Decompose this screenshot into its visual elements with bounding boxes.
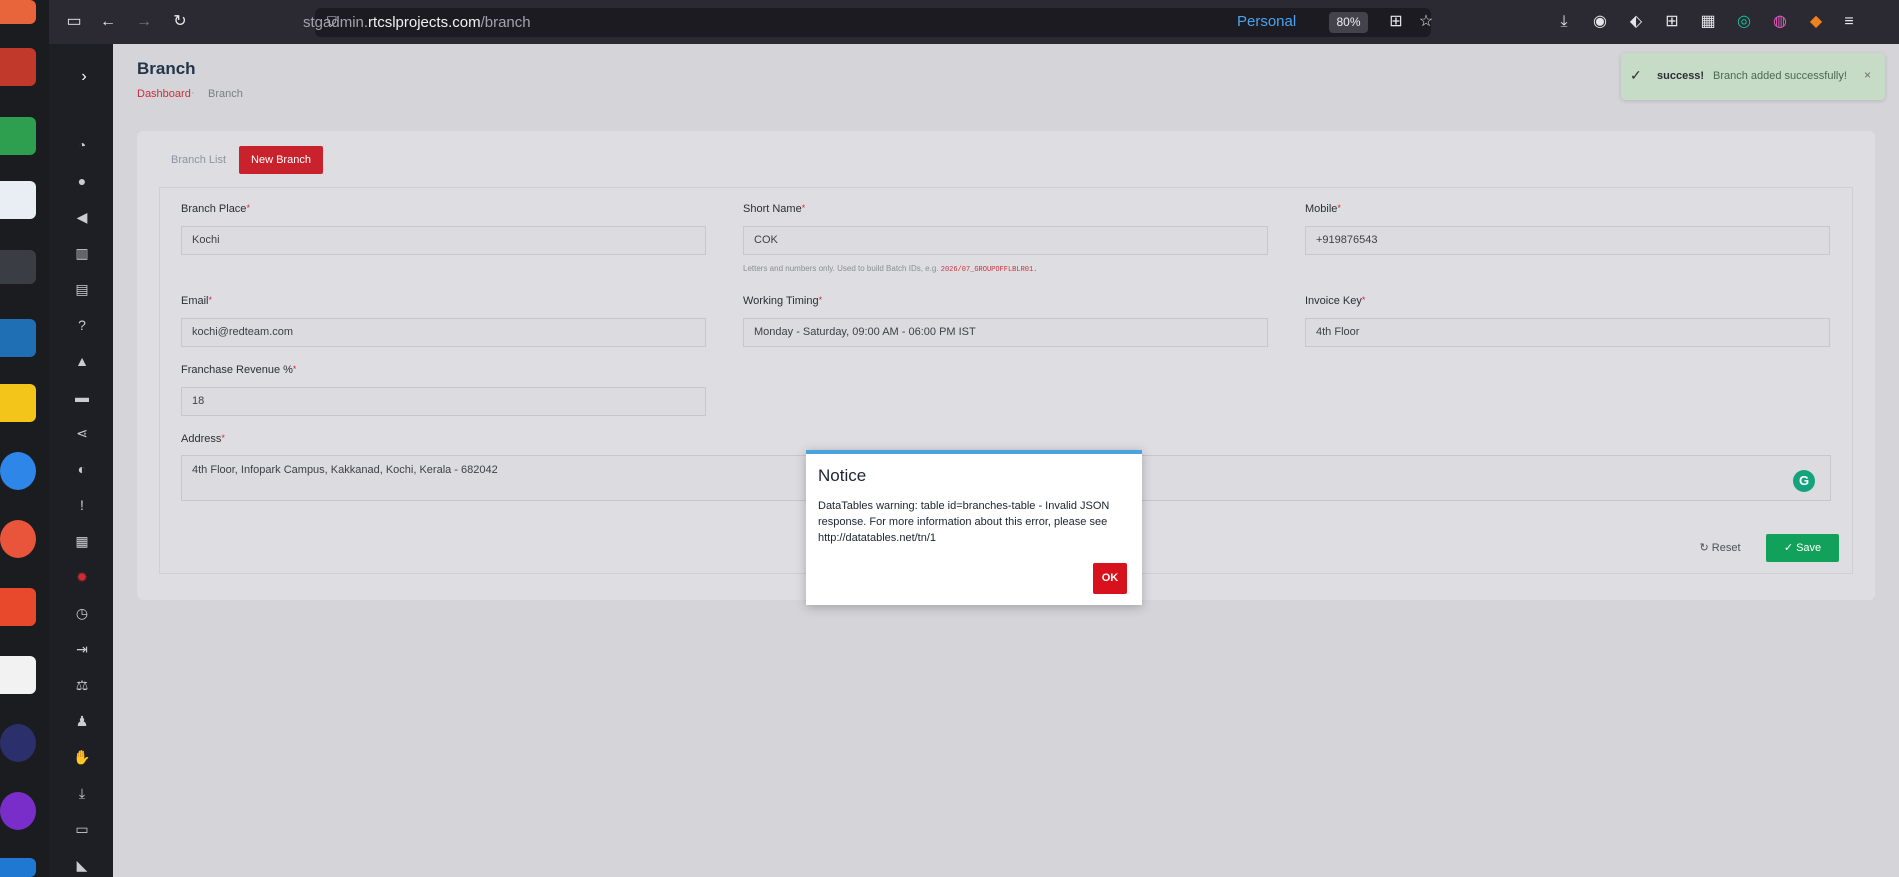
grammarly-icon[interactable]: G xyxy=(1793,470,1815,492)
modal-title: Notice xyxy=(818,466,867,485)
terminal-app-icon[interactable] xyxy=(0,250,36,284)
reset-icon: ↻ xyxy=(1699,542,1712,554)
notes-app-icon[interactable] xyxy=(0,384,36,422)
breadcrumb-separator: · xyxy=(191,87,195,99)
mobile-label: Mobile* xyxy=(1305,203,1341,215)
vscode-app-icon[interactable] xyxy=(0,858,36,877)
short-name-help-text: Letters and numbers only. Used to build … xyxy=(743,264,1038,274)
email-input[interactable]: kochi@redteam.com xyxy=(181,318,706,347)
brave-app-icon[interactable] xyxy=(0,588,36,626)
megaphone-icon[interactable]: ◀ xyxy=(73,208,91,226)
extension-j-icon[interactable]: ◉ xyxy=(1590,12,1610,32)
expand-chevron-icon[interactable]: › xyxy=(75,68,93,86)
extension-apps-icon[interactable]: ⊞ xyxy=(1662,12,1682,32)
invoice-key-input[interactable]: 4th Floor xyxy=(1305,318,1830,347)
branch-place-label: Branch Place* xyxy=(181,203,250,215)
container-label[interactable]: Personal xyxy=(1237,13,1296,30)
handshake-icon[interactable]: ✋ xyxy=(73,748,91,766)
page-title: Branch xyxy=(137,59,196,78)
server-icon[interactable]: ▭ xyxy=(73,820,91,838)
mobile-input[interactable]: +919876543 xyxy=(1305,226,1830,255)
reload-icon[interactable]: ↻ xyxy=(170,12,190,32)
downloads-icon[interactable]: ⤓ xyxy=(1554,12,1574,32)
color-picker-extension-icon[interactable]: ◍ xyxy=(1770,12,1790,32)
tag-icon[interactable]: ◣ xyxy=(73,856,91,874)
address-label: Address* xyxy=(181,433,225,445)
extension-puzzle-icon[interactable]: ⬖ xyxy=(1626,12,1646,32)
grammarly-extension-icon[interactable]: ◎ xyxy=(1734,12,1754,32)
tab-branch-list[interactable]: Branch List xyxy=(165,146,232,174)
toast-close-icon[interactable]: × xyxy=(1864,68,1871,82)
toast-check-icon: ✓ xyxy=(1630,67,1642,83)
extension-qr-icon[interactable]: ▦ xyxy=(1698,12,1718,32)
branch-place-input[interactable]: Kochi xyxy=(181,226,706,255)
question-icon[interactable]: ? xyxy=(73,316,91,334)
file-export-icon[interactable]: ⇥ xyxy=(73,640,91,658)
share-icon[interactable]: ⋖ xyxy=(73,424,91,442)
short-name-help-example: 2026/07_GROUPOFFLBLR01. xyxy=(940,266,1038,274)
tab-new-branch[interactable]: New Branch xyxy=(239,146,323,174)
files-app-icon[interactable] xyxy=(0,48,36,86)
working-timing-input[interactable]: Monday - Saturday, 09:00 AM - 06:00 PM I… xyxy=(743,318,1268,347)
email-label: Email* xyxy=(181,295,213,307)
firefox-app-icon[interactable] xyxy=(0,0,36,24)
settings-gear-icon[interactable]: ✹ xyxy=(73,568,91,586)
breadcrumb-current: Branch xyxy=(208,88,243,100)
impress-app-icon[interactable] xyxy=(0,319,36,357)
franchise-revenue-input[interactable]: 18 xyxy=(181,387,706,416)
book-icon[interactable]: ▥ xyxy=(73,244,91,262)
breadcrumb-dashboard-link[interactable]: Dashboard xyxy=(137,88,191,100)
extensions-grid-icon[interactable]: ⊞ xyxy=(1386,12,1406,32)
toast-message: Branch added successfully! xyxy=(1713,70,1847,82)
app-sidebar: › ◔ ● ◀ ▥ ▤ ? ▲ ▬ ⋖ ◐ ! ▦ ✹ ◷ ⇥ ⚖ ♟ ✋ ⤓ … xyxy=(49,44,113,877)
file-icon[interactable]: ▤ xyxy=(73,280,91,298)
download-icon[interactable]: ⤓ xyxy=(73,784,91,802)
modal-ok-button[interactable]: OK xyxy=(1093,563,1127,594)
reader-app-icon[interactable] xyxy=(0,656,36,694)
url-text[interactable]: stgadmin.rtcslprojects.com/branch xyxy=(303,14,531,31)
url-domain: rtcslprojects.com xyxy=(368,14,481,31)
credit-card-icon[interactable]: ▬ xyxy=(73,388,91,406)
invoice-key-label: Invoice Key* xyxy=(1305,295,1366,307)
calendar-icon[interactable]: ▦ xyxy=(73,532,91,550)
chat-icon[interactable]: ◐ xyxy=(73,460,91,478)
os-dock xyxy=(0,0,49,877)
sidebar-toggle-icon[interactable]: ▭ xyxy=(64,12,84,32)
balance-scale-icon[interactable]: ⚖ xyxy=(73,676,91,694)
metamask-extension-icon[interactable]: ◆ xyxy=(1806,12,1826,32)
forward-icon[interactable]: → xyxy=(134,12,154,32)
user-tie-icon[interactable]: ♟ xyxy=(73,712,91,730)
spreadsheet-app-icon[interactable] xyxy=(0,117,36,155)
menu-icon[interactable]: ≡ xyxy=(1839,12,1859,32)
eclipse-app-icon[interactable] xyxy=(0,724,36,762)
clock-icon[interactable]: ◷ xyxy=(73,604,91,622)
chrome-app-icon[interactable] xyxy=(0,452,36,490)
toast-title: success! xyxy=(1657,70,1705,82)
graduation-cap-icon[interactable]: ▲ xyxy=(73,352,91,370)
alert-icon[interactable]: ! xyxy=(73,496,91,514)
working-timing-label: Working Timing* xyxy=(743,295,823,307)
user-icon[interactable]: ● xyxy=(73,172,91,190)
check-icon: ✓ xyxy=(1783,542,1797,554)
dashboard-gauge-icon[interactable]: ◔ xyxy=(73,136,91,154)
modal-message: DataTables warning: table id=branches-ta… xyxy=(818,500,1110,544)
reset-button-label: Reset xyxy=(1711,542,1741,554)
bookmark-star-icon[interactable]: ☆ xyxy=(1416,12,1436,32)
reset-button[interactable]: ↻ Reset xyxy=(1693,534,1747,562)
short-name-label: Short Name* xyxy=(743,203,806,215)
save-button-label: Save xyxy=(1796,542,1822,554)
zoom-level-badge[interactable]: 80% xyxy=(1329,12,1368,33)
save-button[interactable]: ✓ Save xyxy=(1766,534,1839,562)
firefox-dev-app-icon[interactable] xyxy=(0,792,36,830)
franchise-revenue-label: Franchase Revenue %* xyxy=(181,364,297,376)
url-path: /branch xyxy=(480,14,531,31)
back-icon[interactable]: ← xyxy=(98,12,118,32)
short-name-input[interactable]: COK xyxy=(743,226,1268,255)
url-subdomain: stgadmin. xyxy=(303,14,369,31)
postman-app-icon[interactable] xyxy=(0,520,36,558)
text-editor-app-icon[interactable] xyxy=(0,181,36,219)
